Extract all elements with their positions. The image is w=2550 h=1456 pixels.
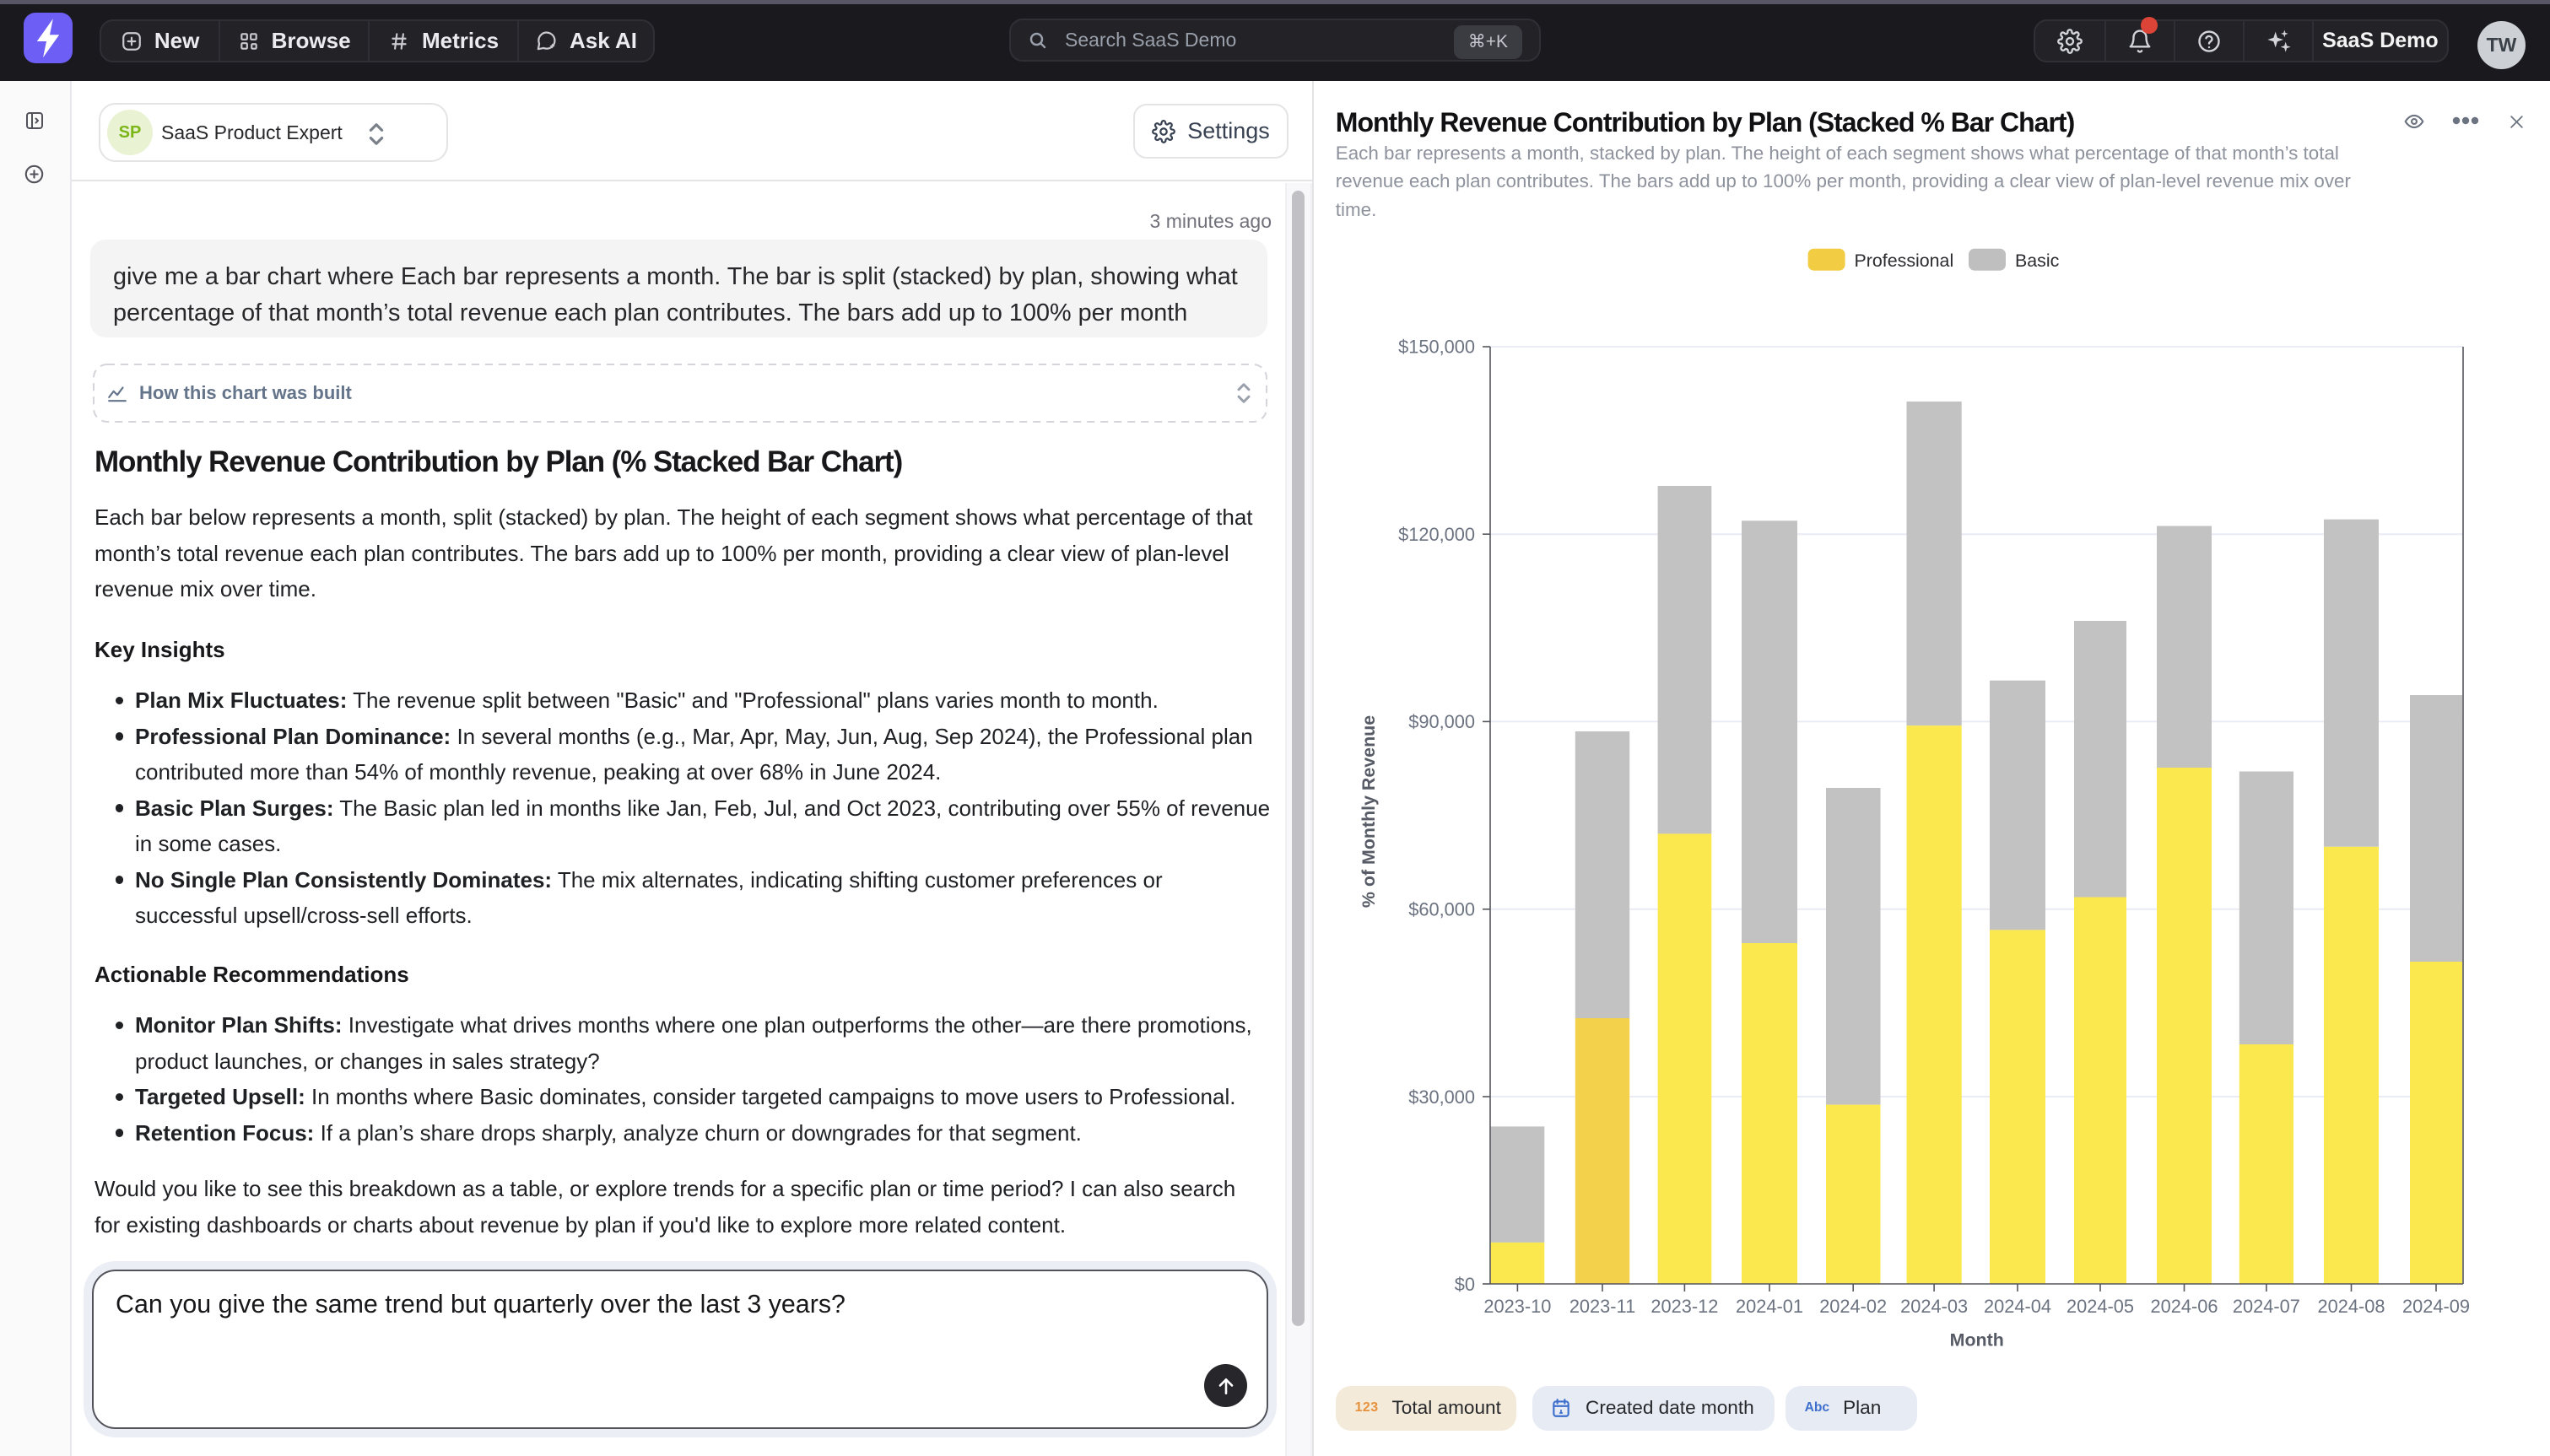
- svg-text:$120,000: $120,000: [1398, 524, 1475, 545]
- svg-text:2023-12: 2023-12: [1650, 1296, 1718, 1317]
- svg-text:2024-08: 2024-08: [2318, 1296, 2385, 1317]
- svg-text:2024-05: 2024-05: [2066, 1296, 2134, 1317]
- svg-text:2023-10: 2023-10: [1483, 1296, 1551, 1317]
- svg-text:2024-04: 2024-04: [1984, 1296, 2051, 1317]
- svg-text:2024-09: 2024-09: [2402, 1296, 2470, 1317]
- svg-text:2024-03: 2024-03: [1900, 1296, 1968, 1317]
- svg-text:$0: $0: [1455, 1274, 1475, 1295]
- svg-text:$150,000: $150,000: [1398, 337, 1475, 358]
- svg-text:% of Monthly Revenue: % of Monthly Revenue: [1359, 715, 1379, 908]
- svg-text:Professional: Professional: [1855, 251, 1954, 271]
- svg-text:2024-07: 2024-07: [2233, 1296, 2300, 1317]
- svg-text:$30,000: $30,000: [1408, 1087, 1475, 1108]
- svg-text:Month: Month: [1950, 1329, 2004, 1350]
- svg-text:2024-06: 2024-06: [2151, 1296, 2218, 1317]
- svg-text:Basic: Basic: [2015, 251, 2060, 271]
- svg-text:2023-11: 2023-11: [1569, 1296, 1635, 1317]
- svg-text:$60,000: $60,000: [1408, 898, 1475, 919]
- svg-text:2024-02: 2024-02: [1819, 1296, 1887, 1317]
- svg-text:2024-01: 2024-01: [1736, 1296, 1803, 1317]
- svg-text:$90,000: $90,000: [1408, 711, 1475, 732]
